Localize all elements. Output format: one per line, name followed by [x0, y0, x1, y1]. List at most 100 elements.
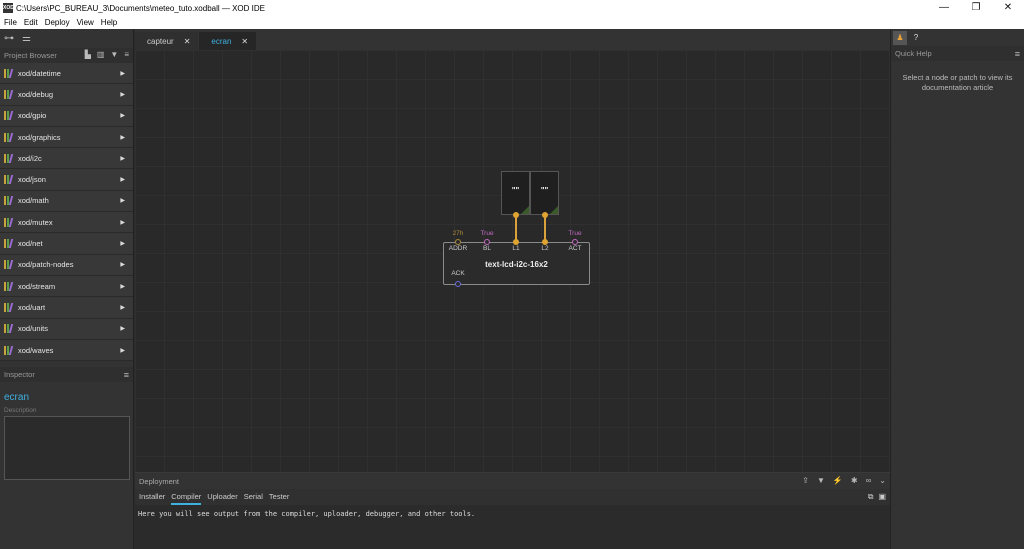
expand-arrow-icon[interactable]: ▶ — [120, 176, 125, 183]
library-label: xod/gpio — [18, 111, 47, 121]
library-item[interactable]: xod/uart ▶ — [0, 297, 133, 319]
chevron-down-icon[interactable]: ⌄ — [879, 476, 886, 485]
help-icon[interactable]: ? — [909, 31, 923, 45]
constant-string-node[interactable]: "" — [501, 171, 530, 215]
new-patch-icon[interactable]: ▙ — [85, 50, 91, 59]
deployment-title: Deployment — [139, 476, 180, 486]
pin-act[interactable]: True ACT — [568, 230, 581, 252]
library-item[interactable]: xod/gpio ▶ — [0, 105, 133, 127]
expand-arrow-icon[interactable]: ▶ — [120, 304, 125, 311]
tab-uploader[interactable]: Uploader — [207, 489, 237, 505]
library-label: xod/uart — [18, 302, 46, 312]
library-item[interactable]: xod/mutex ▶ — [0, 212, 133, 234]
debug-bug-icon[interactable]: ✱ — [851, 476, 858, 485]
library-icon — [4, 175, 14, 185]
expand-arrow-icon[interactable]: ▶ — [120, 70, 125, 77]
menu-icon[interactable]: ≡ — [124, 50, 129, 59]
minimize-button[interactable]: — — [928, 0, 960, 16]
expand-arrow-icon[interactable]: ▶ — [120, 155, 125, 162]
tab-compiler[interactable]: Compiler — [171, 489, 202, 505]
library-icon — [4, 345, 14, 355]
tab-tester[interactable]: Tester — [269, 489, 289, 505]
close-button[interactable]: ✕ — [992, 0, 1024, 16]
library-icon — [4, 281, 14, 291]
pin-label: L2 — [541, 245, 549, 252]
library-item[interactable]: xod/json ▶ — [0, 169, 133, 191]
quick-help-header: Quick Help ≡ — [891, 46, 1024, 61]
expand-arrow-icon[interactable]: ▶ — [120, 325, 125, 332]
library-icon — [4, 153, 14, 163]
expand-arrow-icon[interactable]: ▶ — [120, 347, 125, 354]
library-item[interactable]: xod/debug ▶ — [0, 84, 133, 106]
expand-arrow-icon[interactable]: ▶ — [120, 134, 125, 141]
pin-bl[interactable]: True BL — [480, 230, 493, 252]
upload-icon[interactable]: ⇪ — [802, 476, 809, 485]
library-item[interactable]: xod/patch-nodes ▶ — [0, 254, 133, 276]
library-item[interactable]: xod/waves ▶ — [0, 339, 133, 362]
patch-canvas[interactable]: "" "" 27h ADDR True BL L1 L2 True ACT te… — [135, 50, 890, 472]
expand-arrow-icon[interactable]: ▶ — [120, 91, 125, 98]
quick-help-menu-icon[interactable]: ≡ — [1015, 49, 1020, 59]
library-label: xod/i2c — [18, 153, 42, 163]
project-browser-toggle-icon[interactable]: ⊶ — [4, 33, 14, 44]
menu-edit[interactable]: Edit — [24, 18, 38, 27]
library-item[interactable]: xod/math ▶ — [0, 190, 133, 213]
library-label: xod/units — [18, 324, 49, 334]
pin-addr[interactable]: 27h ADDR — [449, 230, 467, 252]
menu-help[interactable]: Help — [101, 18, 117, 27]
library-item[interactable]: xod/i2c ▶ — [0, 148, 133, 170]
window-title: C:\Users\PC_BUREAU_3\Documents\meteo_tut… — [16, 3, 265, 13]
title-bar: XOD C:\Users\PC_BUREAU_3\Documents\meteo… — [0, 0, 1024, 16]
quick-help-title: Quick Help — [895, 49, 932, 58]
expand-arrow-icon[interactable]: ▶ — [120, 112, 125, 119]
tab-ecran[interactable]: ecran ✕ — [199, 32, 257, 50]
add-library-icon[interactable]: ▥ — [97, 50, 105, 59]
expand-arrow-icon[interactable]: ▶ — [120, 283, 125, 290]
expand-arrow-icon[interactable]: ▶ — [120, 197, 125, 204]
link-icon[interactable]: ∞ — [866, 476, 872, 485]
description-field[interactable] — [4, 416, 130, 481]
flash-icon[interactable]: ⚡ — [833, 476, 843, 485]
menu-view[interactable]: View — [77, 18, 94, 27]
filter-icon[interactable]: ▼ — [110, 50, 118, 59]
pin-label: L1 — [512, 245, 520, 252]
inspector-patch-name: ecran — [4, 392, 30, 404]
description-label: Description — [4, 407, 37, 415]
pin-label: ADDR — [448, 245, 468, 252]
library-item[interactable]: xod/net ▶ — [0, 233, 133, 255]
tab-installer[interactable]: Installer — [139, 489, 165, 505]
expand-arrow-icon[interactable]: ▶ — [120, 219, 125, 226]
constant-string-node[interactable]: "" — [530, 171, 559, 215]
left-toolbar: ⊶ ⚌ — [0, 29, 133, 48]
library-item[interactable]: xod/units ▶ — [0, 318, 133, 340]
menu-file[interactable]: File — [4, 18, 17, 27]
library-icon — [4, 111, 14, 121]
maximize-button[interactable]: ❐ — [960, 0, 992, 16]
pin-dot[interactable] — [455, 281, 461, 287]
tab-label: ecran — [211, 36, 232, 46]
pin-l1[interactable]: L1 — [512, 239, 520, 252]
library-label: xod/graphics — [18, 132, 61, 142]
library-icon — [4, 217, 14, 227]
tab-capteur[interactable]: capteur ✕ — [135, 32, 199, 50]
expand-arrow-icon[interactable]: ▶ — [120, 261, 125, 268]
inspector-menu-icon[interactable]: ≡ — [124, 370, 129, 380]
library-item[interactable]: xod/datetime ▶ — [0, 63, 133, 85]
copy-icon[interactable]: ⧉ — [868, 492, 874, 502]
inspector-toggle-icon[interactable]: ⚌ — [22, 33, 31, 44]
library-icon — [4, 196, 14, 206]
tab-serial[interactable]: Serial — [244, 489, 263, 505]
text-lcd-node[interactable]: 27h ADDR True BL L1 L2 True ACT text-lcd… — [443, 230, 590, 287]
library-item[interactable]: xod/graphics ▶ — [0, 126, 133, 149]
pin-l2[interactable]: L2 — [541, 239, 549, 252]
close-tab-icon[interactable]: ✕ — [241, 37, 248, 46]
pin-ack[interactable]: ACK — [451, 270, 465, 287]
expand-arrow-icon[interactable]: ▶ — [120, 240, 125, 247]
library-item[interactable]: xod/stream ▶ — [0, 275, 133, 298]
filter-icon[interactable]: ▼ — [817, 476, 825, 485]
save-icon[interactable]: ▣ — [878, 492, 886, 502]
close-tab-icon[interactable]: ✕ — [184, 37, 191, 46]
menu-deploy[interactable]: Deploy — [45, 18, 70, 27]
library-icon — [4, 302, 14, 312]
account-icon[interactable]: ♟ — [893, 30, 907, 45]
